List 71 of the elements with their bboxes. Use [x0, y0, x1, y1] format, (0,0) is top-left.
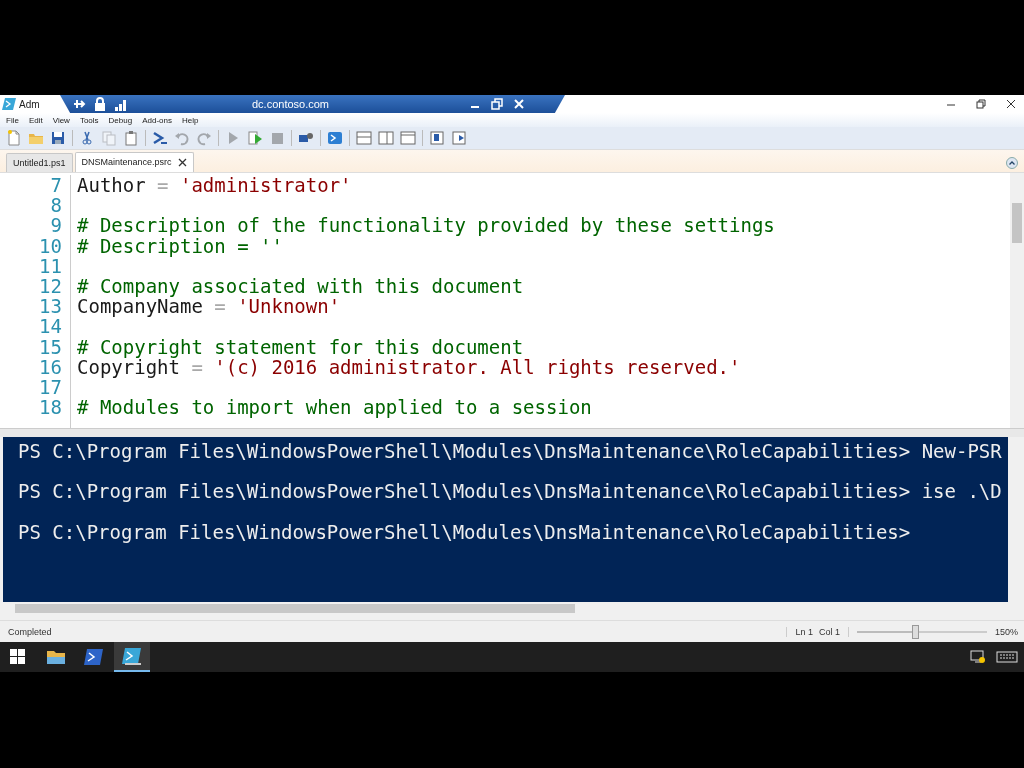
powershell-icon[interactable] [327, 130, 343, 146]
pane-layout-icon[interactable] [356, 130, 372, 146]
lock-icon [94, 97, 106, 111]
line-number: 18 [38, 397, 62, 418]
new-file-icon[interactable] [6, 130, 22, 146]
vertical-scrollbar[interactable] [1010, 173, 1024, 428]
restore-icon[interactable] [976, 99, 986, 109]
prompt-icon[interactable] [152, 130, 168, 146]
restore-icon[interactable] [491, 98, 503, 110]
close-icon[interactable] [177, 157, 187, 167]
code-string: 'administrator' [179, 174, 352, 196]
console-line: PS C:\Program Files\WindowsPowerShell\Modules\DnsMaintenance\RoleCapabilities> ise .\D [17, 481, 1003, 502]
signal-icon [114, 97, 128, 111]
console-pane[interactable] [3, 437, 1008, 602]
slider-thumb[interactable] [912, 624, 920, 639]
code-keyword: Author [77, 174, 146, 196]
line-number: 13 [38, 296, 62, 317]
code-comment: # Copyright statement for this document [77, 335, 524, 358]
line-number: 8 [49, 195, 62, 216]
file-tab[interactable]: Untitled1.ps1 [6, 153, 73, 172]
line-number: 16 [38, 356, 62, 377]
console-line: PS C:\Program Files\WindowsPowerShell\Modules\DnsMaintenance\RoleCapabilities> New-PSR [17, 441, 1003, 462]
menu-item[interactable]: Add-ons [142, 115, 172, 125]
console-line: PS C:\Program Files\WindowsPowerShell\Modules\DnsMaintenance\RoleCapabilities> [17, 521, 912, 542]
line-number: 11 [38, 255, 62, 276]
code-string: '(c) 2016 administrator. All rights reserved.' [214, 355, 741, 378]
line-number: 10 [38, 235, 62, 256]
line-number: 7 [49, 175, 62, 196]
powershell-icon [83, 646, 105, 668]
pane-layout-icon[interactable] [400, 130, 416, 146]
code-string: 'Unknown' [237, 295, 341, 318]
menu-item[interactable]: Edit [28, 115, 43, 125]
code-operator: = [191, 355, 204, 378]
clipboard-icon[interactable] [123, 130, 139, 146]
line-number: 9 [49, 215, 62, 236]
line-number: 12 [38, 275, 62, 297]
scissors-icon[interactable] [79, 130, 95, 146]
collapse-icon[interactable] [1006, 157, 1018, 169]
code-comment: # Company associated with this document [77, 274, 524, 297]
line-number: 14 [38, 316, 62, 337]
taskbar-button[interactable] [114, 642, 150, 672]
code-comment: # Description of the functionality provided by these settings [77, 214, 775, 237]
column-indicator: Col 1 [818, 626, 840, 637]
line-number: 15 [38, 336, 62, 357]
menu-item[interactable]: Help [181, 115, 199, 125]
keyboard-icon[interactable] [996, 650, 1018, 664]
pane-layout-icon[interactable] [378, 130, 394, 146]
zoom-reading: 150% [994, 626, 1018, 637]
menu-item[interactable]: Debug [108, 115, 133, 125]
line-number: 17 [38, 376, 62, 398]
code-operator: = [156, 174, 170, 196]
panel-icon[interactable] [429, 130, 445, 146]
scrollbar-thumb[interactable] [15, 604, 575, 613]
code-comment: # Modules to import when applied to a session [77, 396, 592, 419]
line-indicator: Ln 1 [795, 626, 813, 637]
code-operator: = [213, 295, 227, 318]
powershell-ise-icon [121, 645, 143, 667]
remote-host-title: dc.contoso.com [252, 98, 330, 110]
network-icon[interactable] [970, 650, 986, 664]
menu-item[interactable]: Tools [79, 115, 99, 125]
pin-icon[interactable] [72, 97, 86, 111]
save-icon[interactable] [50, 130, 66, 146]
run-selection-icon[interactable] [247, 130, 263, 146]
close-icon[interactable] [1006, 99, 1016, 109]
menu-item[interactable]: File [6, 115, 19, 125]
status-text: Completed [8, 626, 52, 637]
scrollbar-thumb[interactable] [1012, 203, 1022, 243]
file-tab[interactable]: DNSMaintenance.psrc [74, 152, 194, 172]
panel-icon[interactable] [451, 130, 467, 146]
menu-item[interactable]: View [52, 115, 70, 125]
window-title: Adm [19, 98, 40, 110]
